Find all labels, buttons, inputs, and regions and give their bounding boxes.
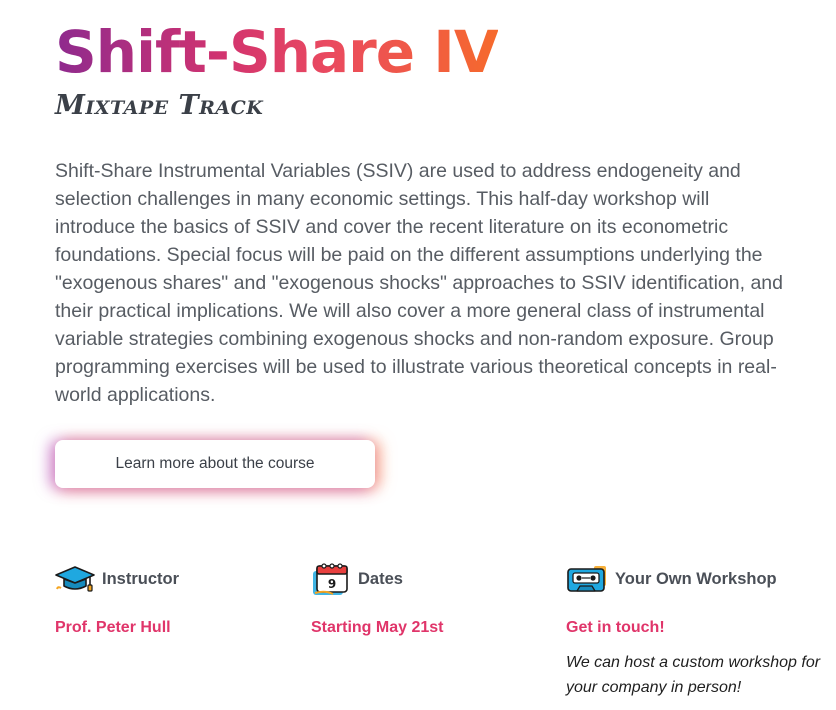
workshop-title: Your Own Workshop <box>615 569 777 588</box>
get-in-touch-link[interactable]: Get in touch! <box>566 619 665 637</box>
workshop-note: We can host a custom workshop for your c… <box>566 654 821 696</box>
calendar-day: 9 <box>328 577 336 591</box>
dates-title: Dates <box>358 569 403 588</box>
page-title: Shift-Share IV <box>55 18 499 86</box>
course-description: Shift-Share Instrumental Variables (SSIV… <box>55 160 783 406</box>
learn-more-button[interactable]: Learn more about the course <box>55 440 375 488</box>
dates-link[interactable]: Starting May 21st <box>311 619 443 637</box>
cassette-icon <box>567 566 606 592</box>
calendar-icon: 9 <box>313 563 348 595</box>
instructor-title: Instructor <box>102 569 180 588</box>
graduation-cap-icon <box>55 566 95 592</box>
dates-section: 9 Dates Starting May 21st <box>311 562 443 636</box>
instructor-section: Instructor Prof. Peter Hull <box>55 562 180 636</box>
workshop-section: Your Own Workshop Get in touch! We can h… <box>566 562 820 696</box>
page-subtitle: Mixtape Track <box>55 90 264 121</box>
instructor-link[interactable]: Prof. Peter Hull <box>55 619 171 637</box>
